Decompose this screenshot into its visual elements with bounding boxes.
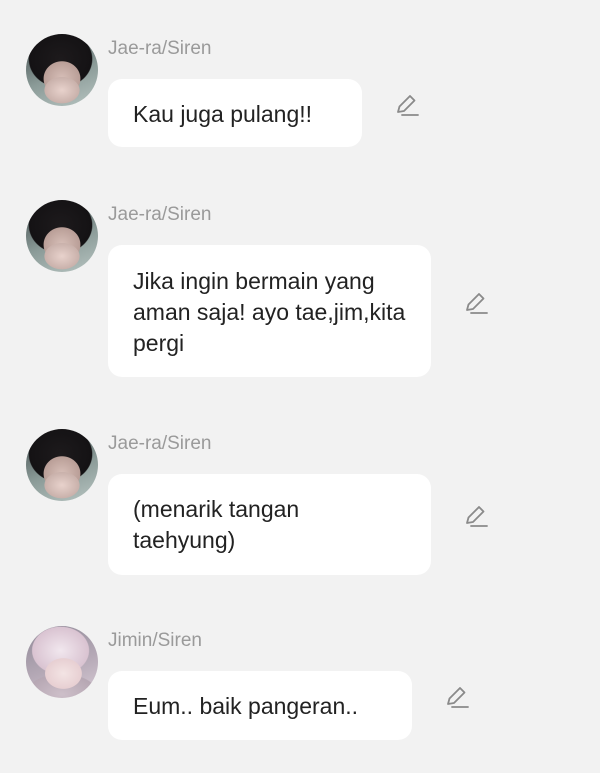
sender-name: Jae-ra/Siren (108, 433, 212, 454)
sender-avatar[interactable] (26, 200, 98, 272)
sender-avatar[interactable] (26, 34, 98, 106)
pencil-edit-icon[interactable] (462, 502, 490, 530)
sender-name: Jae-ra/Siren (108, 38, 212, 59)
sender-name: Jimin/Siren (108, 630, 202, 651)
sender-name: Jae-ra/Siren (108, 204, 212, 225)
message-bubble: (menarik tangan taehyung) (108, 474, 431, 575)
pencil-edit-icon[interactable] (462, 289, 490, 317)
pencil-edit-icon[interactable] (393, 91, 421, 119)
pencil-edit-icon[interactable] (443, 683, 471, 711)
sender-avatar[interactable] (26, 429, 98, 501)
message-bubble: Kau juga pulang!! (108, 79, 362, 147)
message-bubble: Eum.. baik pangeran.. (108, 671, 412, 740)
message-bubble: Jika ingin bermain yang aman saja! ayo t… (108, 245, 431, 377)
chat-thread: Jae-ra/Siren Kau juga pulang!! Jae-ra/Si… (0, 0, 600, 773)
sender-avatar[interactable] (26, 626, 98, 698)
